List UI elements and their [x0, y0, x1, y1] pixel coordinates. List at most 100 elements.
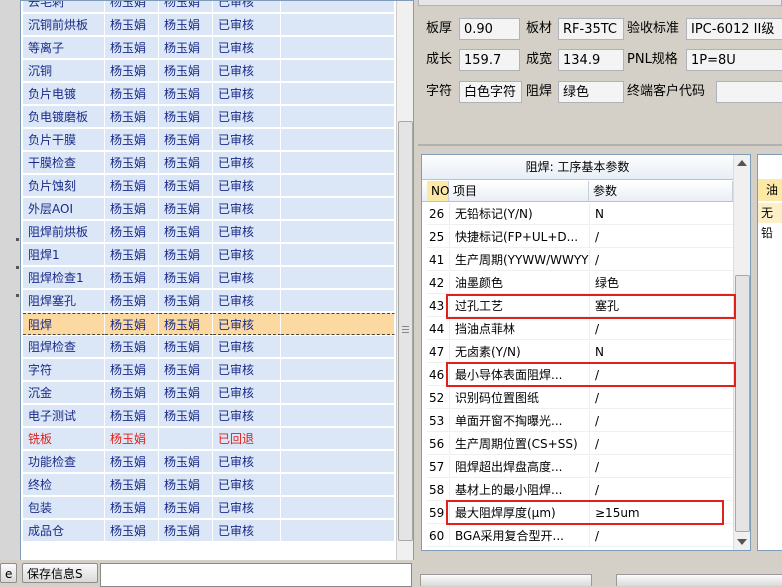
- status-cell[interactable]: 已审核: [213, 497, 281, 519]
- param-item-cell[interactable]: 油墨颜色: [449, 272, 589, 294]
- param-row[interactable]: 41 生产周期(YYWW/WWYY) /: [422, 249, 733, 272]
- grid-scroll-thumb[interactable]: [398, 121, 413, 541]
- process-name-cell[interactable]: 等离子: [23, 37, 105, 59]
- reviewer-cell[interactable]: 杨玉娟: [159, 451, 213, 473]
- scroll-up-icon[interactable]: [737, 160, 747, 166]
- param-value-cell[interactable]: /: [589, 525, 733, 547]
- process-row[interactable]: 等离子 杨玉娟 杨玉娟 已审核: [21, 37, 395, 60]
- reviewer-cell[interactable]: 杨玉娟: [159, 14, 213, 36]
- process-name-cell[interactable]: 负电镀磨板: [23, 106, 105, 128]
- param-row[interactable]: 47 无卤素(Y/N) N: [422, 341, 733, 364]
- char-field[interactable]: 白色字符: [459, 81, 522, 103]
- blank-cell[interactable]: [281, 129, 395, 151]
- status-cell[interactable]: 已审核: [213, 267, 281, 289]
- process-row[interactable]: 阻焊检查1 杨玉娟 杨玉娟 已审核: [21, 267, 395, 290]
- process-row[interactable]: 沉铜 杨玉娟 杨玉娟 已审核: [21, 60, 395, 83]
- status-cell[interactable]: 已审核: [213, 244, 281, 266]
- param-item-cell[interactable]: 挡油点菲林: [449, 318, 589, 340]
- reviewer-cell[interactable]: 杨玉娟: [159, 129, 213, 151]
- pnl-field[interactable]: 1P=8U: [686, 49, 782, 71]
- maker-cell[interactable]: 杨玉娟: [105, 336, 159, 358]
- blank-cell[interactable]: [281, 313, 395, 335]
- standard-field[interactable]: IPC-6012 II级: [686, 18, 782, 40]
- right-edge-row[interactable]: 无铅: [758, 203, 782, 240]
- reviewer-cell[interactable]: 杨玉娟: [159, 336, 213, 358]
- process-name-cell[interactable]: 负片干膜: [23, 129, 105, 151]
- param-no-cell[interactable]: 26: [427, 203, 449, 225]
- param-item-cell[interactable]: 基材上的最小阻焊...: [449, 479, 589, 501]
- param-scroll-thumb[interactable]: [735, 275, 750, 532]
- param-no-cell[interactable]: 56: [427, 433, 449, 455]
- process-row[interactable]: 外层AOI 杨玉娟 杨玉娟 已审核: [21, 198, 395, 221]
- process-name-cell[interactable]: 包装: [23, 497, 105, 519]
- param-row[interactable]: 52 识别码位置图纸 /: [422, 387, 733, 410]
- status-cell[interactable]: 已审核: [213, 37, 281, 59]
- param-value-cell[interactable]: /: [589, 433, 733, 455]
- process-name-cell[interactable]: 字符: [23, 359, 105, 381]
- blank-cell[interactable]: [281, 428, 395, 450]
- param-no-cell[interactable]: 60: [427, 525, 449, 547]
- reviewer-cell[interactable]: 杨玉娟: [159, 520, 213, 542]
- param-row[interactable]: 25 快捷标记(FP+UL+D... /: [422, 226, 733, 249]
- process-row[interactable]: 阻焊塞孔 杨玉娟 杨玉娟 已审核: [21, 290, 395, 313]
- blank-cell[interactable]: [281, 60, 395, 82]
- status-cell[interactable]: 已回退: [213, 428, 281, 450]
- blank-cell[interactable]: [281, 497, 395, 519]
- process-row[interactable]: 包装 杨玉娟 杨玉娟 已审核: [21, 497, 395, 520]
- reviewer-cell[interactable]: [159, 428, 213, 450]
- blank-cell[interactable]: [281, 244, 395, 266]
- maker-cell[interactable]: 杨玉娟: [105, 290, 159, 312]
- param-scrollbar[interactable]: [733, 155, 750, 550]
- param-no-cell[interactable]: 57: [427, 456, 449, 478]
- status-cell[interactable]: 已审核: [213, 313, 281, 335]
- maker-cell[interactable]: 杨玉娟: [105, 37, 159, 59]
- process-row[interactable]: 去毛刺 杨玉娟 杨玉娟 已审核: [21, 1, 395, 14]
- blank-cell[interactable]: [281, 83, 395, 105]
- blank-cell[interactable]: [281, 474, 395, 496]
- blank-cell[interactable]: [281, 290, 395, 312]
- status-cell[interactable]: 已审核: [213, 175, 281, 197]
- param-row[interactable]: 53 单面开窗不掏曝光... /: [422, 410, 733, 433]
- status-cell[interactable]: 已审核: [213, 198, 281, 220]
- blank-cell[interactable]: [281, 382, 395, 404]
- status-cell[interactable]: 已审核: [213, 290, 281, 312]
- process-name-cell[interactable]: 电子测试: [23, 405, 105, 427]
- reviewer-cell[interactable]: 杨玉娟: [159, 267, 213, 289]
- status-cell[interactable]: 已审核: [213, 152, 281, 174]
- param-row[interactable]: 56 生产周期位置(CS+SS) /: [422, 433, 733, 456]
- process-row[interactable]: 终检 杨玉娟 杨玉娟 已审核: [21, 474, 395, 497]
- status-cell[interactable]: 已审核: [213, 520, 281, 542]
- process-row[interactable]: 沉铜前烘板 杨玉娟 杨玉娟 已审核: [21, 14, 395, 37]
- param-no-cell[interactable]: 44: [427, 318, 449, 340]
- process-row[interactable]: 字符 杨玉娟 杨玉娟 已审核: [21, 359, 395, 382]
- process-row[interactable]: 负片电镀 杨玉娟 杨玉娟 已审核: [21, 83, 395, 106]
- param-value-cell[interactable]: /: [589, 387, 733, 409]
- param-no-cell[interactable]: 53: [427, 410, 449, 432]
- blank-cell[interactable]: [281, 37, 395, 59]
- param-item-cell[interactable]: 单面开窗不掏曝光...: [449, 410, 589, 432]
- param-row[interactable]: 57 阻焊超出焊盘高度... /: [422, 456, 733, 479]
- param-value-cell[interactable]: N: [589, 341, 733, 363]
- save-info-button[interactable]: 保存信息S: [22, 563, 98, 583]
- maker-cell[interactable]: 杨玉娟: [105, 106, 159, 128]
- param-row[interactable]: 58 基材上的最小阻焊... /: [422, 479, 733, 502]
- reviewer-cell[interactable]: 杨玉娟: [159, 83, 213, 105]
- process-row[interactable]: 负片干膜 杨玉娟 杨玉娟 已审核: [21, 129, 395, 152]
- process-row[interactable]: 功能检查 杨玉娟 杨玉娟 已审核: [21, 451, 395, 474]
- param-item-cell[interactable]: 无卤素(Y/N): [449, 341, 589, 363]
- reviewer-cell[interactable]: 杨玉娟: [159, 405, 213, 427]
- col-param-header[interactable]: 参数: [589, 181, 733, 201]
- blank-cell[interactable]: [281, 1, 395, 13]
- process-name-cell[interactable]: 阻焊检查1: [23, 267, 105, 289]
- process-row[interactable]: 负电镀磨板 杨玉娟 杨玉娟 已审核: [21, 106, 395, 129]
- reviewer-cell[interactable]: 杨玉娟: [159, 152, 213, 174]
- blank-cell[interactable]: [281, 359, 395, 381]
- param-item-cell[interactable]: 无铅标记(Y/N): [449, 203, 589, 225]
- process-name-cell[interactable]: 负片蚀刻: [23, 175, 105, 197]
- col-no-header[interactable]: NO: [427, 181, 449, 201]
- blank-cell[interactable]: [281, 152, 395, 174]
- param-value-cell[interactable]: 绿色: [589, 272, 733, 294]
- process-row[interactable]: 电子测试 杨玉娟 杨玉娟 已审核: [21, 405, 395, 428]
- maker-cell[interactable]: 杨玉娟: [105, 451, 159, 473]
- status-cell[interactable]: 已审核: [213, 129, 281, 151]
